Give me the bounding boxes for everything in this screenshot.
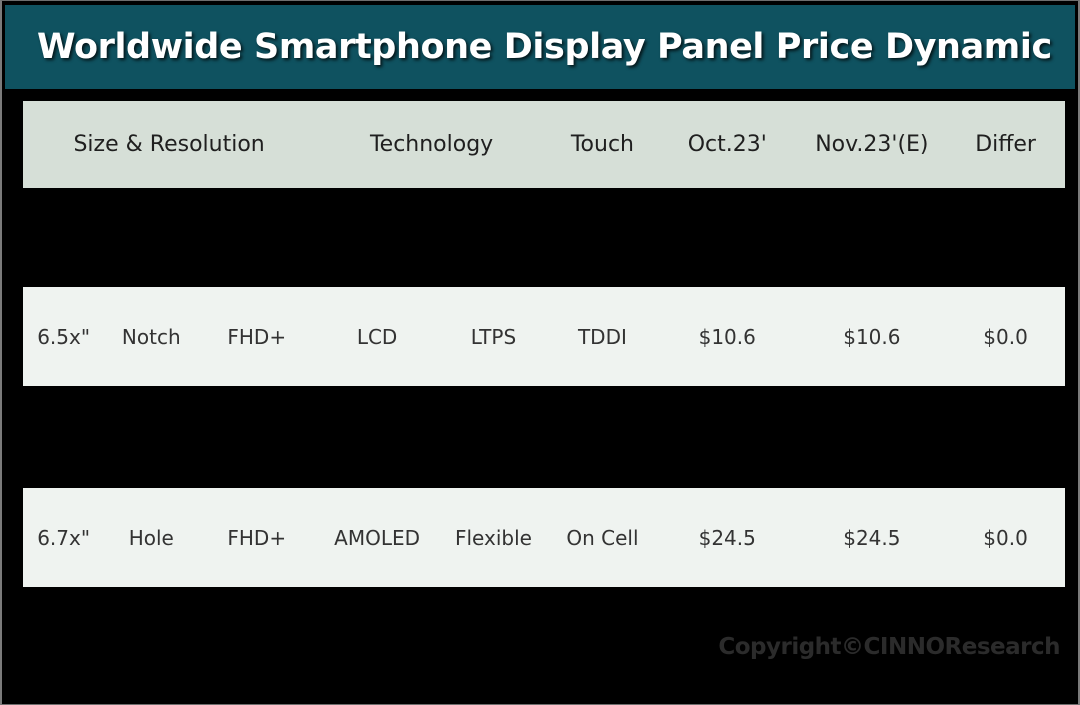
cell-touch: On Cell (566, 525, 639, 550)
title-bar: Worldwide Smartphone Display Panel Price… (5, 5, 1075, 89)
cell-resolution: FHD+ (227, 525, 287, 550)
slide-canvas: Worldwide Smartphone Display Panel Price… (0, 0, 1080, 705)
table-row: 6.5x" Notch FHD+ LCD LTPS TDDI $10.6 $10… (23, 287, 1065, 386)
column-header-touch: Touch (570, 132, 635, 157)
cell-size: 6.5x" (37, 324, 91, 349)
column-header-differ: Differ (975, 132, 1036, 157)
table-row: 6.7x" Hole FHD+ AMOLED Flexible On Cell … (23, 488, 1065, 587)
cell-nov23e: $24.5 (843, 525, 901, 550)
copyright-notice: Copyright©CINNOResearch (718, 634, 1060, 660)
cell-oct23: $10.6 (698, 324, 756, 349)
cell-cutout: Notch (121, 324, 181, 349)
column-header-size-resolution: Size & Resolution (73, 132, 265, 157)
cell-panel: LCD (356, 324, 398, 349)
column-header-technology: Technology (369, 132, 494, 157)
cell-cutout: Hole (128, 525, 174, 550)
cell-resolution: FHD+ (227, 324, 287, 349)
cell-backplane: LTPS (470, 324, 517, 349)
cell-differ: $0.0 (983, 324, 1028, 349)
cell-oct23: $24.5 (698, 525, 756, 550)
cell-differ: $0.0 (983, 525, 1028, 550)
column-header-nov23e: Nov.23'(E) (815, 132, 929, 157)
cell-backplane: Flexible (454, 525, 532, 550)
page-title: Worldwide Smartphone Display Panel Price… (37, 27, 1052, 67)
cell-nov23e: $10.6 (843, 324, 901, 349)
cell-size: 6.7x" (37, 525, 91, 550)
cell-touch: TDDI (577, 324, 627, 349)
table-header-row: Size & Resolution Technology Touch Oct.2… (23, 101, 1065, 188)
column-header-oct23: Oct.23' (687, 132, 767, 157)
cell-panel: AMOLED (334, 525, 421, 550)
